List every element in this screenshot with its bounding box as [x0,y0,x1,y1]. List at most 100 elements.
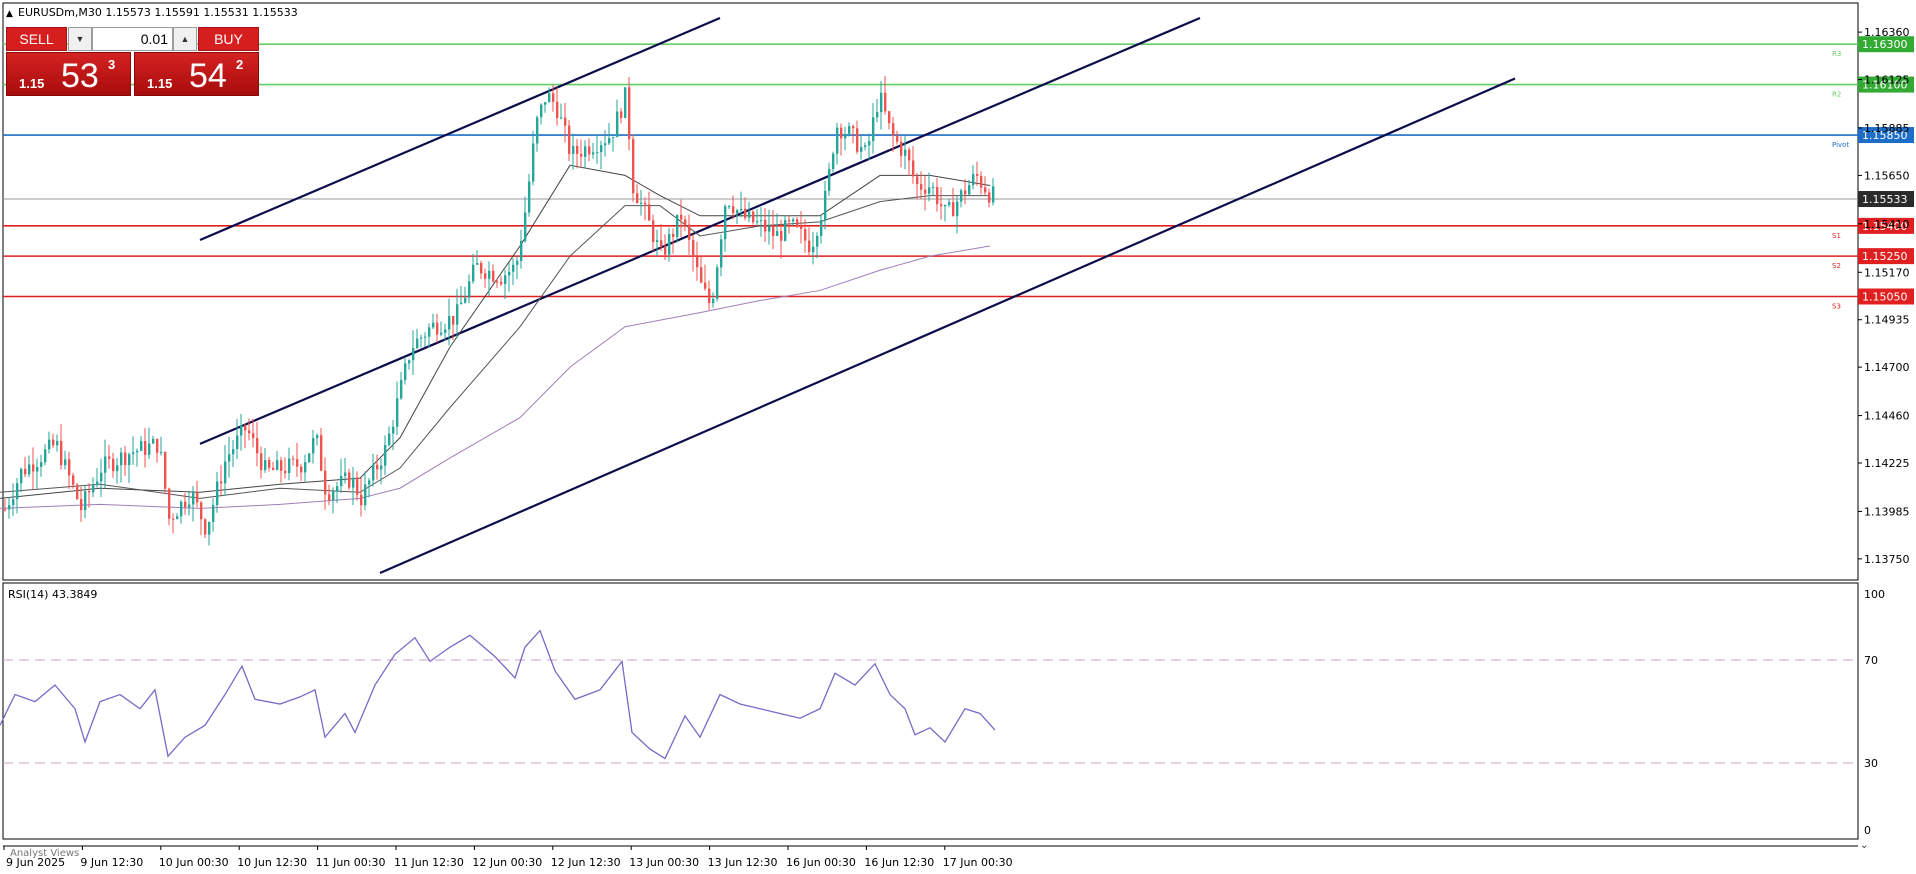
trend-line[interactable] [199,16,721,242]
candle-body [464,297,467,303]
sell-button[interactable]: SELL [6,27,67,51]
candlesticks [4,75,995,546]
level-tag: Pivot [1832,141,1849,149]
ask-price-point: 2 [236,57,244,72]
candle-body [168,488,171,519]
candle-body [576,146,579,154]
candle-body [356,477,359,495]
candle-body [744,208,747,218]
candle-body [560,117,563,119]
candle-body [156,438,159,453]
candle-body [568,125,571,154]
candle-body [804,228,807,241]
rsi-axis-30: 30 [1864,757,1878,770]
candle-body [704,282,707,289]
candle-body [376,464,379,470]
candle-body [12,499,15,506]
time-axis-label: 9 Jun 12:30 [80,856,143,869]
candle-body [456,304,459,325]
candle-body [676,214,679,237]
candle-body [552,93,555,102]
candle-body [152,438,155,444]
chart-canvas[interactable]: ▲ EURUSDm,M30 1.15573 1.15591 1.15531 1.… [0,0,1916,874]
candle-body [440,332,443,335]
trend-line[interactable] [379,77,1516,575]
candle-body [640,202,643,204]
candle-body [348,472,351,488]
trend-lines [199,16,1516,575]
scroll-down-icon[interactable]: ⌄ [1860,840,1868,851]
price-axis-label: 1.15410 [1864,218,1910,231]
candle-body [760,220,763,222]
candle-body [948,202,951,206]
volume-increase-icon[interactable]: ▲ [173,27,197,51]
candle-body [924,189,927,194]
candle-body [400,379,403,399]
candle-body [556,101,559,118]
candle-body [224,461,227,484]
candle-body [332,491,335,501]
candle-body [56,440,59,446]
candle-body [208,521,211,535]
candle-body [140,441,143,451]
candle-body [836,127,839,154]
candle-body [500,281,503,285]
candle-body [84,491,87,511]
bid-price-pips: 53 [61,57,99,95]
ask-price-box[interactable]: 1.15 54 2 [134,52,259,96]
candle-body [848,126,851,134]
candle-body [936,187,939,205]
analyst-views-tab[interactable]: Analyst Views [10,848,79,859]
candle-body [980,175,983,188]
candle-body [884,92,887,112]
level-price-label: 1.15050 [1862,291,1908,304]
buy-button[interactable]: BUY [198,27,259,51]
candle-body [764,220,767,232]
price-axis-label: 1.16125 [1864,74,1910,87]
candle-body [708,288,711,304]
candle-body [776,231,779,237]
candle-body [132,452,135,455]
candle-body [72,475,75,485]
candle-body [16,483,19,500]
candle-body [856,128,859,152]
rsi-pane-frame [2,582,1859,840]
bid-price-box[interactable]: 1.15 53 3 [6,52,131,96]
level-price-label: 1.15533 [1862,193,1908,206]
candle-body [120,452,123,466]
candle-body [988,192,991,203]
candle-body [892,123,895,137]
price-axis-label: 1.14700 [1864,361,1910,374]
level-price-label: 1.15250 [1862,250,1908,263]
candle-body [724,206,727,240]
candle-body [112,458,115,472]
candle-body [496,281,499,283]
candle-body [780,231,783,241]
volume-decrease-icon[interactable]: ▼ [68,27,92,51]
candle-body [272,467,275,470]
volume-input[interactable] [92,27,173,51]
candle-body [772,226,775,237]
candle-body [588,146,591,155]
time-axis: 9 Jun 2025 9 Jun 12:30 10 Jun 00:30 10 Jun … [3,846,1013,869]
candle-body [104,456,107,473]
candle-body [164,452,167,489]
time-axis-label: 17 Jun 00:30 [943,856,1013,869]
trend-line[interactable] [199,16,1201,445]
one-click-trading-panel: SELL ▼ ▲ BUY 1.15 53 3 1.15 54 2 [6,27,259,97]
candle-body [620,111,623,118]
candle-body [4,509,7,511]
candle-body [956,201,959,217]
rsi-title: RSI(14) 43.3849 [8,588,97,601]
rsi-line [0,629,996,760]
candle-body [336,486,339,492]
candle-body [792,219,795,222]
candle-body [372,464,375,481]
candle-body [592,152,595,155]
candle-body [100,472,103,482]
candle-body [880,92,883,113]
candle-body [608,138,611,144]
collapse-icon[interactable]: ▲ [6,9,13,19]
price-axis-label: 1.15885 [1864,122,1910,135]
candle-body [124,452,127,466]
